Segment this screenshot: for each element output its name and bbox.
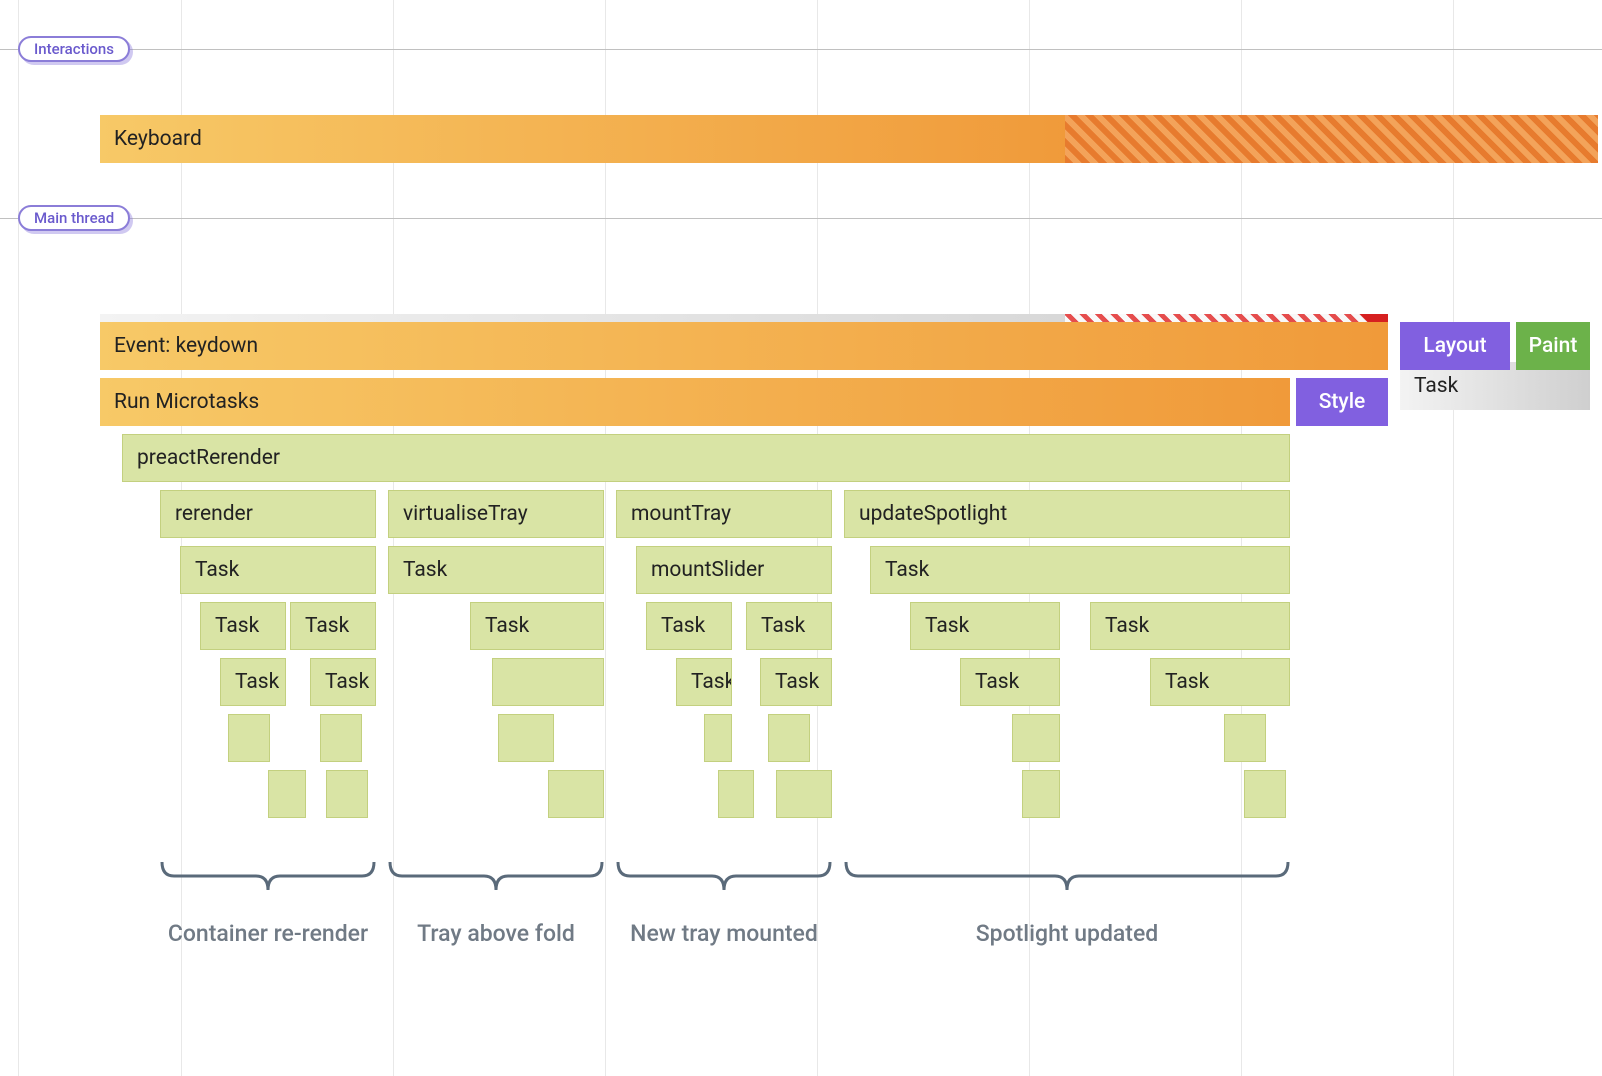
- script-entry[interactable]: Task: [646, 602, 732, 650]
- script-entry[interactable]: rerender: [160, 490, 376, 538]
- script-entry[interactable]: Task: [220, 658, 286, 706]
- interactions-track-label: Interactions: [18, 36, 130, 62]
- script-entry[interactable]: Task: [870, 546, 1290, 594]
- main-thread-track-label: Main thread: [18, 205, 130, 231]
- interactions-track-rule: [0, 49, 1602, 50]
- script-entry[interactable]: [492, 658, 604, 706]
- script-entry[interactable]: [776, 770, 832, 818]
- script-entry[interactable]: [228, 714, 270, 762]
- annotation-bracket: [160, 860, 376, 896]
- script-entry[interactable]: virtualiseTray: [388, 490, 604, 538]
- annotation-label: Tray above fold: [388, 920, 604, 947]
- script-entry[interactable]: mountSlider: [636, 546, 832, 594]
- script-entry[interactable]: Task: [960, 658, 1060, 706]
- event-entry[interactable]: Event: keydown: [100, 322, 1388, 370]
- event-entry[interactable]: Run Microtasks: [100, 378, 1290, 426]
- main-thread-track-rule: [0, 218, 1602, 219]
- script-entry[interactable]: mountTray: [616, 490, 832, 538]
- layout-entry[interactable]: Style: [1296, 378, 1388, 426]
- script-entry[interactable]: Task: [290, 602, 376, 650]
- script-entry[interactable]: [320, 714, 362, 762]
- script-entry[interactable]: [1022, 770, 1060, 818]
- script-entry[interactable]: [1244, 770, 1286, 818]
- script-entry[interactable]: [718, 770, 754, 818]
- script-entry[interactable]: [548, 770, 604, 818]
- script-entry[interactable]: preactRerender: [122, 434, 1290, 482]
- script-entry[interactable]: Task: [910, 602, 1060, 650]
- script-entry[interactable]: [1224, 714, 1266, 762]
- layout-entry[interactable]: Layout: [1400, 322, 1510, 370]
- script-entry[interactable]: [768, 714, 810, 762]
- script-entry[interactable]: Task: [1090, 602, 1290, 650]
- interaction-keyboard[interactable]: Keyboard: [100, 115, 1598, 163]
- interaction-keyboard-blocked: [1065, 115, 1598, 163]
- annotation-label: New tray mounted: [616, 920, 832, 947]
- annotation-bracket: [616, 860, 832, 896]
- gridline: [18, 0, 19, 1076]
- script-entry[interactable]: Task: [676, 658, 732, 706]
- flame-chart: Interactions Keyboard Main thread TaskTa…: [0, 0, 1602, 1076]
- script-entry[interactable]: [268, 770, 306, 818]
- script-entry[interactable]: Task: [470, 602, 604, 650]
- script-entry[interactable]: Task: [180, 546, 376, 594]
- paint-entry[interactable]: Paint: [1516, 322, 1590, 370]
- script-entry[interactable]: Task: [1150, 658, 1290, 706]
- script-entry[interactable]: Task: [746, 602, 832, 650]
- annotation-bracket: [844, 860, 1290, 896]
- script-entry[interactable]: [1012, 714, 1060, 762]
- script-entry[interactable]: Task: [310, 658, 376, 706]
- script-entry[interactable]: Task: [388, 546, 604, 594]
- script-entry[interactable]: Task: [200, 602, 286, 650]
- script-entry[interactable]: updateSpotlight: [844, 490, 1290, 538]
- script-entry[interactable]: [498, 714, 554, 762]
- script-entry[interactable]: [326, 770, 368, 818]
- annotation-bracket: [388, 860, 604, 896]
- annotation-label: Container re-render: [160, 920, 376, 947]
- annotation-label: Spotlight updated: [844, 920, 1290, 947]
- script-entry[interactable]: Task: [760, 658, 832, 706]
- script-entry[interactable]: [704, 714, 732, 762]
